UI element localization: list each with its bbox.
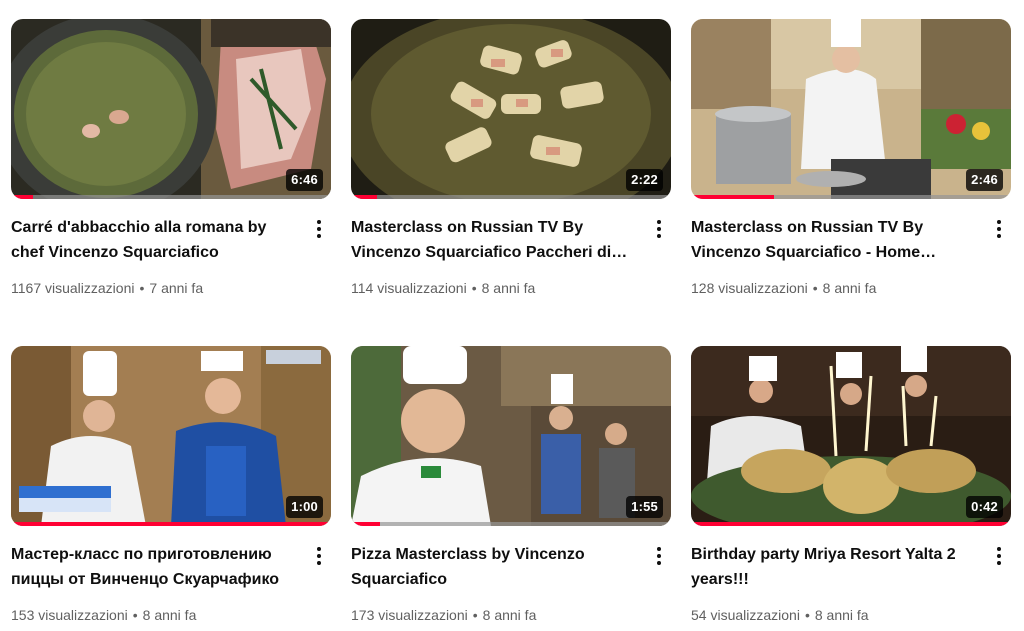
- video-thumbnail[interactable]: 2:46: [691, 19, 1011, 199]
- video-meta: Carré d'abbacchio alla romana by chef Vi…: [11, 215, 331, 298]
- video-info: 1167 visualizzazioni • 7 anni fa: [11, 278, 331, 298]
- more-actions-icon[interactable]: [989, 217, 1009, 241]
- video-title[interactable]: Мастер-класс по приготовлению пиццы от В…: [11, 542, 293, 592]
- video-meta: Мастер-класс по приготовлению пиццы от В…: [11, 542, 331, 625]
- video-title[interactable]: Birthday party Mriya Resort Yalta 2 year…: [691, 542, 973, 592]
- video-meta: Pizza Masterclass by Vincenzo Squarciafi…: [351, 542, 671, 625]
- video-info: 153 visualizzazioni • 8 anni fa: [11, 605, 331, 625]
- view-count: 153 visualizzazioni: [11, 607, 128, 623]
- separator-dot: •: [132, 607, 138, 623]
- watch-progress-fill: [11, 195, 34, 199]
- birthday-cake-sparklers-thumbnail: [691, 346, 1011, 526]
- pan-with-lamb-thumbnail: [11, 19, 331, 199]
- video-info: 114 visualizzazioni • 8 anni fa: [351, 278, 671, 298]
- video-duration: 2:22: [626, 169, 663, 191]
- video-duration: 1:55: [626, 496, 663, 518]
- upload-age: 8 anni fa: [814, 607, 869, 623]
- video-duration: 2:46: [966, 169, 1003, 191]
- view-count: 128 visualizzazioni: [691, 280, 808, 296]
- video-title[interactable]: Masterclass on Russian TV By Vincenzo Sq…: [691, 215, 973, 265]
- video-meta: Birthday party Mriya Resort Yalta 2 year…: [691, 542, 1011, 625]
- video-duration: 0:42: [966, 496, 1003, 518]
- video-thumbnail[interactable]: 1:00: [11, 346, 331, 526]
- watch-progress-bar: [691, 195, 1011, 199]
- watch-progress-bar: [11, 195, 331, 199]
- video-duration: 6:46: [286, 169, 323, 191]
- video-info: 173 visualizzazioni • 8 anni fa: [351, 605, 671, 625]
- video-thumbnail[interactable]: 0:42: [691, 346, 1011, 526]
- watch-progress-fill: [351, 522, 380, 526]
- separator-dot: •: [812, 280, 818, 296]
- view-count: 54 visualizzazioni: [691, 607, 800, 623]
- video-thumbnail[interactable]: 6:46: [11, 19, 331, 199]
- more-actions-icon[interactable]: [309, 217, 329, 241]
- frying-pasta-thumbnail: [351, 19, 671, 199]
- watch-progress-bar: [11, 522, 331, 526]
- view-count: 173 visualizzazioni: [351, 607, 468, 623]
- video-info: 54 visualizzazioni • 8 anni fa: [691, 605, 1011, 625]
- upload-age: 8 anni fa: [482, 607, 537, 623]
- watch-progress-bar: [351, 195, 671, 199]
- view-count: 1167 visualizzazioni: [11, 280, 135, 296]
- view-count: 114 visualizzazioni: [351, 280, 467, 296]
- chef-cooking-pot-thumbnail: [691, 19, 1011, 199]
- separator-dot: •: [139, 280, 145, 296]
- two-chefs-tv-thumbnail: [11, 346, 331, 526]
- video-title[interactable]: Carré d'abbacchio alla romana by chef Vi…: [11, 215, 293, 265]
- video-meta: Masterclass on Russian TV By Vincenzo Sq…: [691, 215, 1011, 298]
- video-title[interactable]: Pizza Masterclass by Vincenzo Squarciafi…: [351, 542, 633, 592]
- watch-progress-fill: [351, 195, 377, 199]
- watch-progress-bar: [351, 522, 671, 526]
- watch-progress-fill: [691, 195, 775, 199]
- watch-progress-fill: [11, 522, 331, 526]
- separator-dot: •: [804, 607, 810, 623]
- video-title[interactable]: Masterclass on Russian TV By Vincenzo Sq…: [351, 215, 633, 265]
- upload-age: 7 anni fa: [149, 280, 204, 296]
- separator-dot: •: [471, 280, 477, 296]
- more-actions-icon[interactable]: [649, 217, 669, 241]
- chef-portrait-thumbnail: [351, 346, 671, 526]
- video-info: 128 visualizzazioni • 8 anni fa: [691, 278, 1011, 298]
- upload-age: 8 anni fa: [822, 280, 877, 296]
- video-thumbnail[interactable]: 1:55: [351, 346, 671, 526]
- more-actions-icon[interactable]: [989, 544, 1009, 568]
- video-meta: Masterclass on Russian TV By Vincenzo Sq…: [351, 215, 671, 298]
- video-thumbnail[interactable]: 2:22: [351, 19, 671, 199]
- upload-age: 8 anni fa: [481, 280, 536, 296]
- more-actions-icon[interactable]: [649, 544, 669, 568]
- more-actions-icon[interactable]: [309, 544, 329, 568]
- video-duration: 1:00: [286, 496, 323, 518]
- watch-progress-fill: [691, 522, 1011, 526]
- watch-progress-bar: [691, 522, 1011, 526]
- upload-age: 8 anni fa: [142, 607, 197, 623]
- separator-dot: •: [472, 607, 478, 623]
